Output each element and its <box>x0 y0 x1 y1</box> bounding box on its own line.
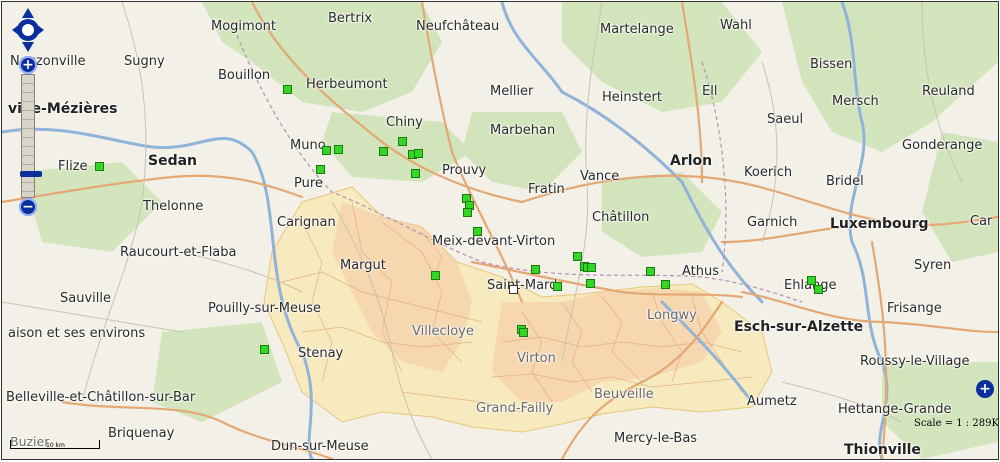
place-label: Hettange-Grande <box>838 402 952 417</box>
place-label: Saint-Mard <box>487 278 558 293</box>
location-marker[interactable] <box>398 137 407 146</box>
place-label: Sedan <box>148 153 198 169</box>
location-marker[interactable] <box>646 267 655 276</box>
place-label: Pure <box>294 176 323 191</box>
location-marker[interactable] <box>316 165 325 174</box>
location-marker[interactable] <box>463 208 472 217</box>
place-label: Briquenay <box>108 426 175 441</box>
zoom-slider-track[interactable] <box>20 74 42 198</box>
place-label: Vance <box>580 169 620 184</box>
place-label: Sugny <box>124 54 165 69</box>
place-label: Syren <box>914 258 952 273</box>
zoom-slider-handle[interactable] <box>20 171 42 177</box>
place-label: Bouillon <box>218 68 271 83</box>
scale-ratio: Scale = 1 : 289K <box>914 418 999 429</box>
place-label: Esch-sur-Alzette <box>734 319 864 335</box>
place-label: Grand-Failly <box>476 401 554 416</box>
map-viewport[interactable]: Mogimont Bertrix Neufchâteau Martelange Wahl… <box>1 1 999 460</box>
zoom-in-button[interactable]: + <box>19 56 37 74</box>
location-marker[interactable] <box>95 162 104 171</box>
location-marker[interactable] <box>553 282 562 291</box>
location-marker[interactable] <box>531 265 540 274</box>
location-marker[interactable] <box>379 147 388 156</box>
place-label: Martelange <box>600 22 674 37</box>
selected-location-marker[interactable] <box>509 285 518 294</box>
place-label: aison et ses environs <box>8 326 146 341</box>
location-marker[interactable] <box>807 276 816 285</box>
layer-switcher-button[interactable]: + <box>976 380 994 398</box>
location-marker[interactable] <box>431 271 440 280</box>
place-label: Gonderange <box>902 138 983 153</box>
location-marker[interactable] <box>322 146 331 155</box>
location-marker[interactable] <box>587 263 596 272</box>
place-label: Villecloye <box>412 324 474 339</box>
place-label: Marbehan <box>490 123 556 138</box>
place-label: Bridel <box>826 174 864 189</box>
place-label: Athus <box>682 264 720 279</box>
zoom-bar: + − <box>19 56 42 216</box>
place-label: Stenay <box>298 346 344 361</box>
place-label: Bertrix <box>328 11 373 26</box>
place-label: Chiny <box>386 115 423 130</box>
location-marker[interactable] <box>283 85 292 94</box>
place-label: Koerich <box>744 165 793 180</box>
location-marker[interactable] <box>573 252 582 261</box>
scale-bar-label: 10 km <box>46 442 65 449</box>
place-label: Muno <box>290 138 326 153</box>
place-label: Raucourt-et-Flaba <box>120 245 237 260</box>
place-label: Wahl <box>720 18 752 33</box>
place-label: Dun-sur-Meuse <box>271 439 369 454</box>
place-label: Luxembourg <box>830 216 929 232</box>
place-label: Ell <box>702 84 718 99</box>
location-marker[interactable] <box>473 227 482 236</box>
place-label: Margut <box>340 258 386 273</box>
location-marker[interactable] <box>814 285 823 294</box>
place-label: Reuland <box>922 84 975 99</box>
place-label: Neufchâteau <box>416 19 500 34</box>
location-marker[interactable] <box>334 145 343 154</box>
place-label: Roussy-le-Village <box>860 354 970 369</box>
place-label: Meix-devant-Virton <box>432 234 556 249</box>
location-marker[interactable] <box>414 149 423 158</box>
place-label: Aumetz <box>747 394 797 409</box>
place-label: Carignan <box>277 215 336 230</box>
place-label: Sauville <box>60 291 111 306</box>
place-label: Herbeumont <box>306 77 388 92</box>
place-label: Thelonne <box>143 199 204 214</box>
place-label: Flize <box>58 159 88 174</box>
place-label: Pouilly-sur-Meuse <box>208 301 322 316</box>
place-label: Mersch <box>832 94 879 109</box>
pan-arrows-icon[interactable] <box>12 8 44 52</box>
place-label: Frisange <box>887 301 942 316</box>
place-label: Bissen <box>810 57 853 72</box>
zoom-out-button[interactable]: − <box>19 198 37 216</box>
location-marker[interactable] <box>411 169 420 178</box>
place-label: Mogimont <box>211 19 276 34</box>
place-label: Châtillon <box>592 210 650 225</box>
place-label: Heinstert <box>602 90 662 105</box>
place-label: Thionville <box>844 442 921 458</box>
location-marker[interactable] <box>519 328 528 337</box>
place-label: Arlon <box>670 153 713 169</box>
location-marker[interactable] <box>661 280 670 289</box>
place-label: Virton <box>517 351 556 366</box>
place-label: Longwy <box>647 308 697 323</box>
place-label: Beuveille <box>594 387 654 402</box>
place-label: Prouvy <box>442 163 487 178</box>
place-label: Belleville-et-Châtillon-sur-Bar <box>6 390 196 405</box>
place-label: Mercy-le-Bas <box>614 431 698 446</box>
place-label: Car <box>970 214 993 229</box>
location-marker[interactable] <box>586 279 595 288</box>
place-label: Mellier <box>490 84 534 99</box>
location-marker[interactable] <box>260 345 269 354</box>
place-label: Fratin <box>528 182 565 197</box>
place-label: Garnich <box>747 215 798 230</box>
place-label: Saeul <box>767 112 804 127</box>
